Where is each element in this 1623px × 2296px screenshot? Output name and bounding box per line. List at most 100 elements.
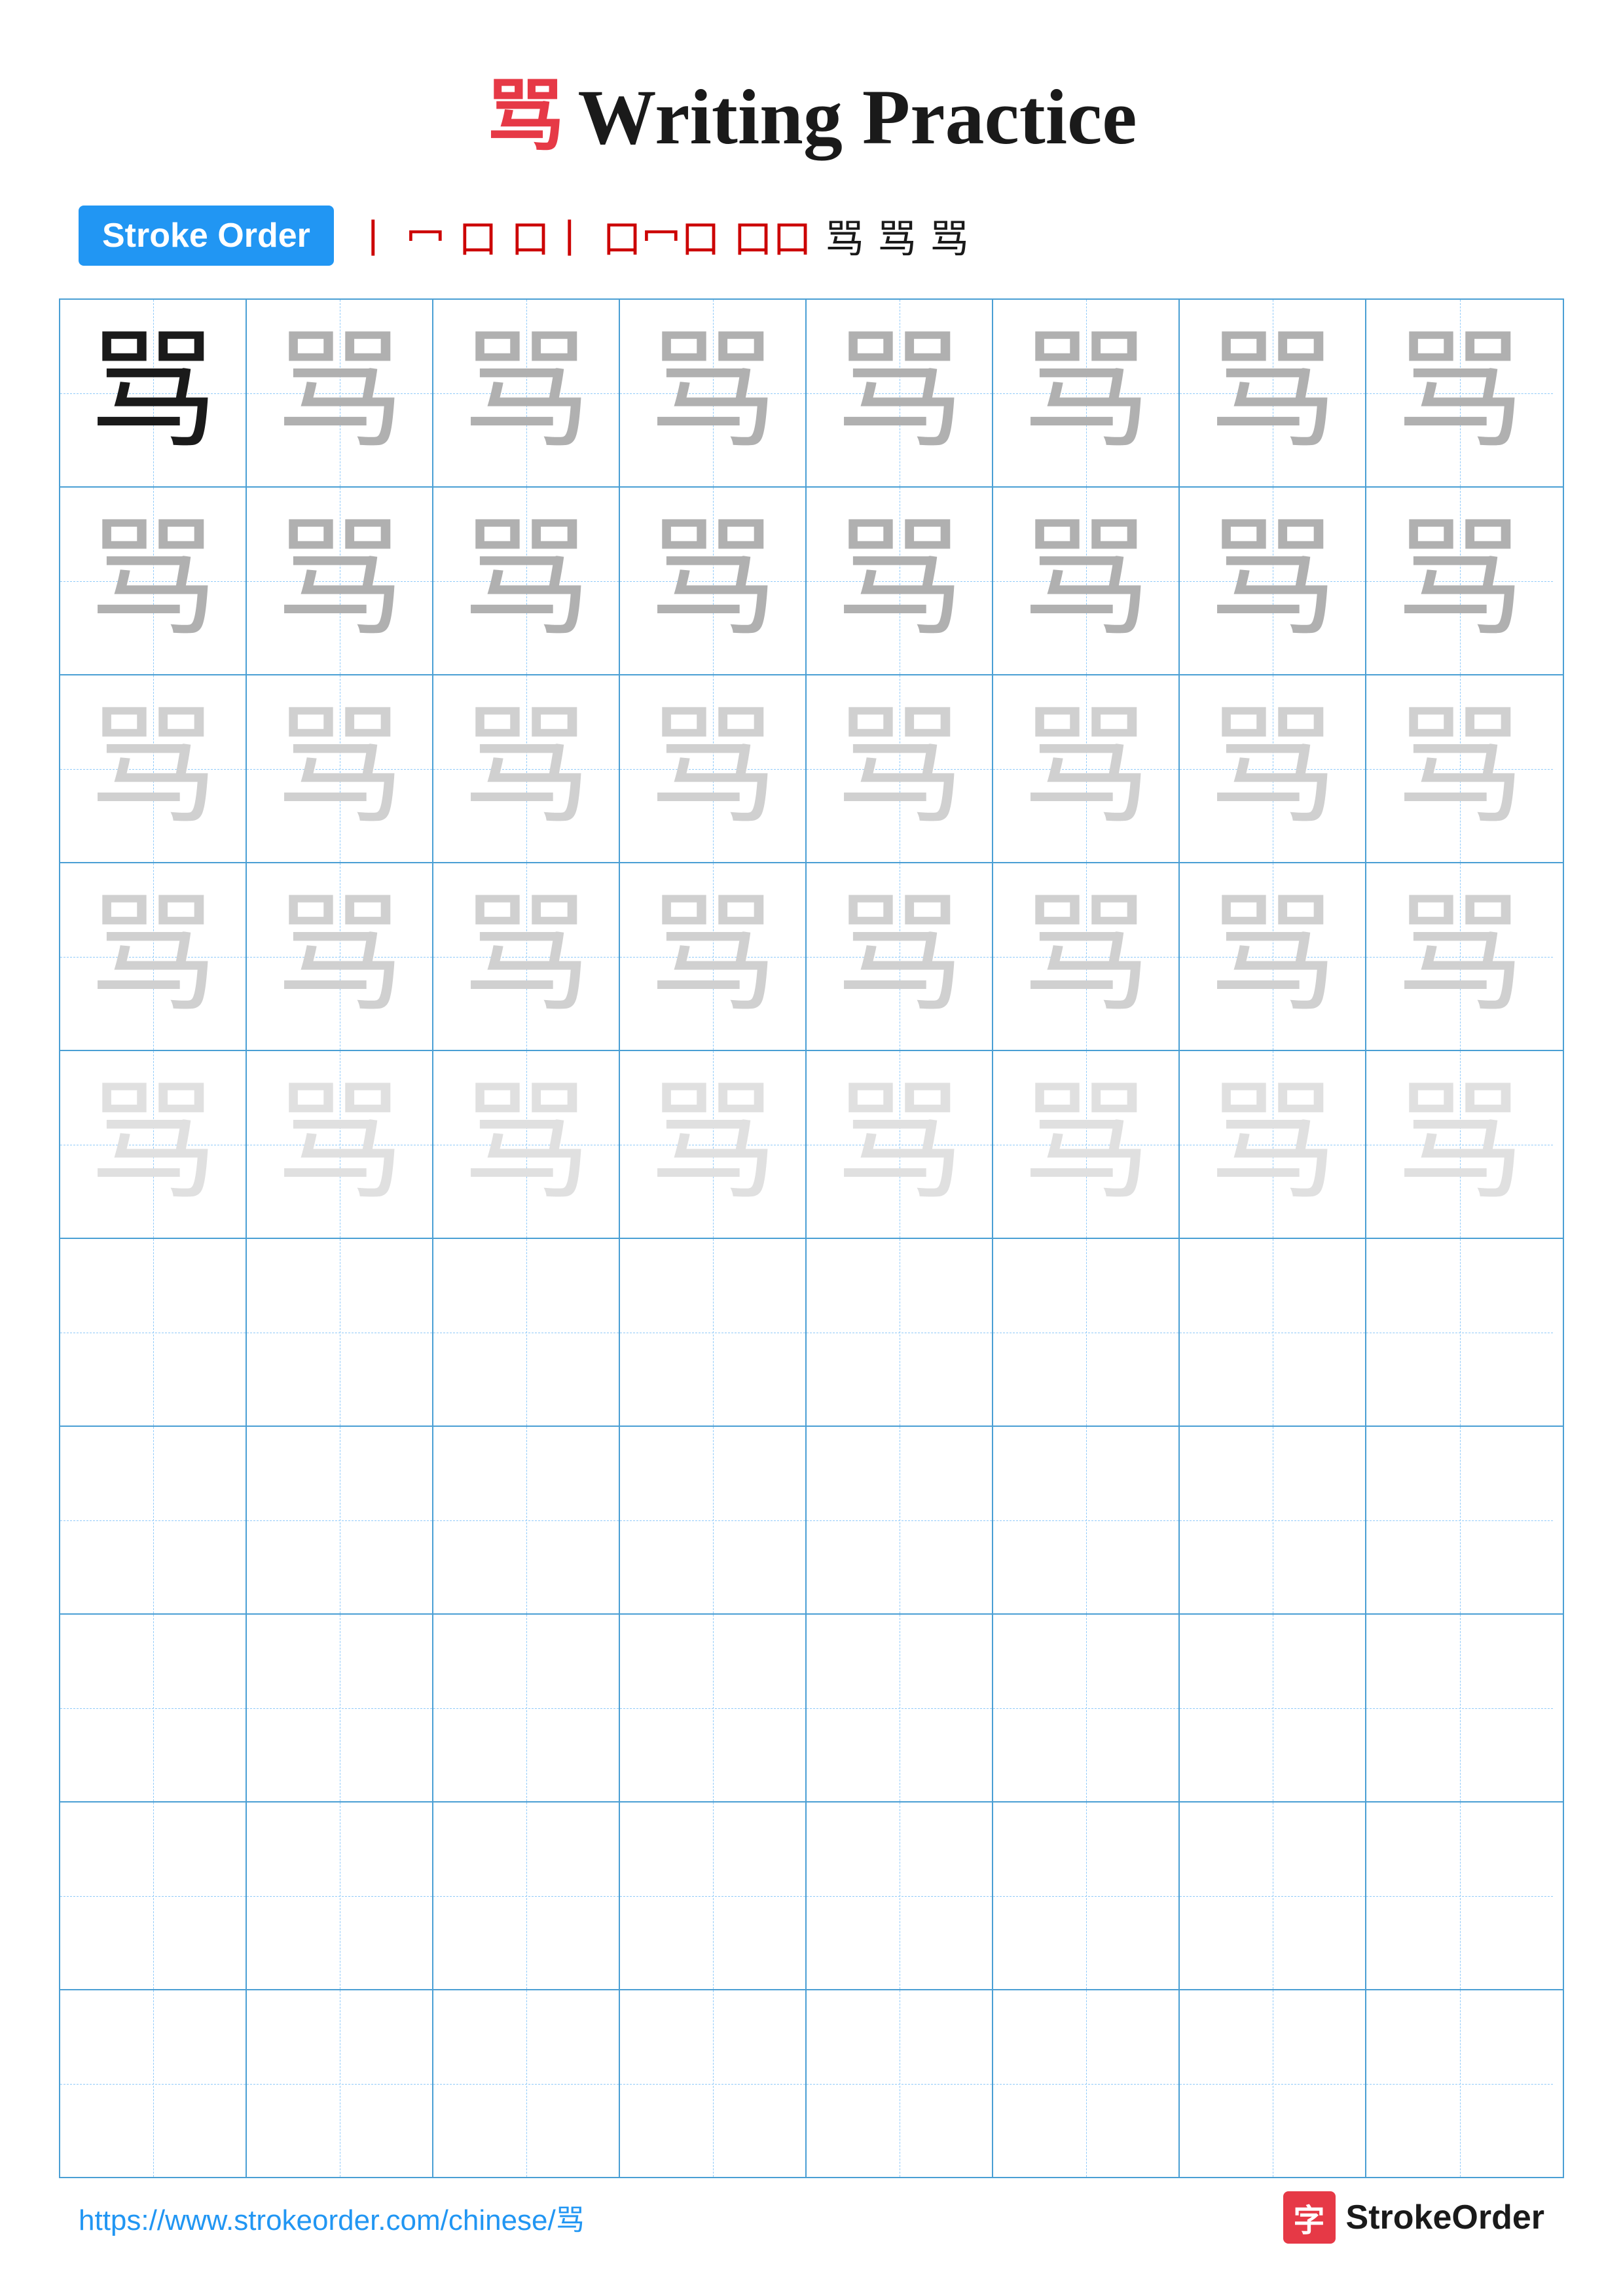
grid-cell: 骂 bbox=[1180, 488, 1366, 674]
grid-cell: 骂 bbox=[807, 675, 993, 862]
grid-cell: 骂 bbox=[60, 488, 247, 674]
footer-url[interactable]: https://www.strokeorder.com/chinese/骂 bbox=[79, 2197, 585, 2238]
grid-cell bbox=[993, 1990, 1180, 2177]
grid-row bbox=[60, 1239, 1563, 1427]
brand-name: StrokeOrder bbox=[1346, 2198, 1544, 2237]
grid-cell bbox=[60, 1803, 247, 1989]
grid-cell bbox=[1366, 1239, 1553, 1426]
grid-cell: 骂 bbox=[993, 1051, 1180, 1238]
grid-cell: 骂 bbox=[993, 675, 1180, 862]
grid-cell: 骂 bbox=[433, 300, 620, 486]
practice-grid: 骂 骂 骂 骂 骂 骂 骂 骂 骂 骂 骂 骂 骂 骂 骂 骂 骂 骂 骂 骂 … bbox=[59, 298, 1564, 2178]
grid-cell bbox=[1180, 1239, 1366, 1426]
grid-cell bbox=[993, 1427, 1180, 1613]
grid-cell: 骂 bbox=[620, 863, 807, 1050]
grid-cell: 骂 bbox=[247, 300, 433, 486]
grid-cell: 骂 bbox=[60, 675, 247, 862]
title-text: Writing Practice bbox=[577, 73, 1137, 160]
grid-cell bbox=[1366, 1990, 1553, 2177]
grid-cell bbox=[1180, 1615, 1366, 1801]
grid-cell bbox=[620, 1990, 807, 2177]
grid-row: 骂 骂 骂 骂 骂 骂 骂 骂 bbox=[60, 488, 1563, 675]
grid-cell bbox=[620, 1615, 807, 1801]
grid-cell bbox=[60, 1427, 247, 1613]
grid-cell bbox=[60, 1239, 247, 1426]
grid-cell: 骂 bbox=[1180, 300, 1366, 486]
grid-cell: 骂 bbox=[247, 488, 433, 674]
grid-cell bbox=[807, 1239, 993, 1426]
grid-cell bbox=[620, 1803, 807, 1989]
grid-cell bbox=[807, 1427, 993, 1613]
grid-cell bbox=[433, 1239, 620, 1426]
grid-cell: 骂 bbox=[620, 488, 807, 674]
stroke-order-badge: Stroke Order bbox=[79, 206, 334, 266]
stroke-7: 骂 bbox=[825, 207, 864, 264]
grid-cell: 骂 bbox=[807, 1051, 993, 1238]
grid-cell bbox=[247, 1615, 433, 1801]
grid-row: 骂 骂 骂 骂 骂 骂 骂 骂 bbox=[60, 300, 1563, 488]
stroke-2: 冖 bbox=[406, 207, 445, 264]
grid-cell: 骂 bbox=[60, 863, 247, 1050]
grid-cell bbox=[1366, 1803, 1553, 1989]
grid-cell: 骂 bbox=[993, 488, 1180, 674]
grid-cell bbox=[1180, 1990, 1366, 2177]
grid-cell bbox=[993, 1239, 1180, 1426]
grid-row: 骂 骂 骂 骂 骂 骂 骂 骂 bbox=[60, 675, 1563, 863]
grid-cell: 骂 bbox=[247, 863, 433, 1050]
grid-cell: 骂 bbox=[433, 488, 620, 674]
grid-cell bbox=[807, 1615, 993, 1801]
stroke-order-section: Stroke Order 丨 冖 口 口丨 口冖口 口口 骂 骂 骂 bbox=[0, 206, 1623, 266]
brand-icon: 字 bbox=[1283, 2191, 1336, 2244]
grid-cell bbox=[807, 1803, 993, 1989]
grid-cell bbox=[433, 1990, 620, 2177]
stroke-3: 口 bbox=[458, 207, 498, 264]
grid-cell: 骂 bbox=[60, 1051, 247, 1238]
grid-cell bbox=[1180, 1427, 1366, 1613]
grid-cell bbox=[1366, 1427, 1553, 1613]
grid-cell: 骂 bbox=[620, 300, 807, 486]
grid-cell bbox=[620, 1239, 807, 1426]
stroke-1: 丨 bbox=[354, 207, 393, 264]
stroke-9: 骂 bbox=[930, 207, 969, 264]
stroke-sequence: 丨 冖 口 口丨 口冖口 口口 骂 骂 骂 bbox=[354, 207, 969, 264]
grid-cell: 骂 bbox=[60, 300, 247, 486]
grid-cell bbox=[620, 1427, 807, 1613]
page-title: 骂Writing Practice bbox=[0, 0, 1623, 206]
grid-row bbox=[60, 1427, 1563, 1615]
grid-row: 骂 骂 骂 骂 骂 骂 骂 骂 bbox=[60, 863, 1563, 1051]
grid-cell: 骂 bbox=[1366, 675, 1553, 862]
footer-brand: 字 StrokeOrder bbox=[1283, 2191, 1544, 2244]
stroke-5: 口冖口 bbox=[602, 207, 720, 264]
grid-cell: 骂 bbox=[1366, 300, 1553, 486]
footer: https://www.strokeorder.com/chinese/骂 字 … bbox=[0, 2191, 1623, 2244]
grid-cell: 骂 bbox=[1366, 863, 1553, 1050]
grid-row bbox=[60, 1990, 1563, 2177]
grid-row: 骂 骂 骂 骂 骂 骂 骂 骂 bbox=[60, 1051, 1563, 1239]
grid-cell bbox=[60, 1615, 247, 1801]
grid-cell bbox=[433, 1803, 620, 1989]
grid-cell: 骂 bbox=[433, 863, 620, 1050]
grid-cell bbox=[433, 1615, 620, 1801]
grid-cell bbox=[807, 1990, 993, 2177]
title-char: 骂 bbox=[486, 73, 564, 160]
grid-cell: 骂 bbox=[1366, 488, 1553, 674]
grid-cell: 骂 bbox=[433, 675, 620, 862]
grid-cell: 骂 bbox=[1180, 863, 1366, 1050]
grid-cell: 骂 bbox=[1180, 675, 1366, 862]
grid-cell bbox=[993, 1803, 1180, 1989]
grid-cell bbox=[247, 1239, 433, 1426]
grid-cell: 骂 bbox=[993, 300, 1180, 486]
grid-cell bbox=[60, 1990, 247, 2177]
grid-cell bbox=[433, 1427, 620, 1613]
grid-cell bbox=[1180, 1803, 1366, 1989]
grid-cell: 骂 bbox=[807, 300, 993, 486]
grid-cell: 骂 bbox=[433, 1051, 620, 1238]
grid-cell bbox=[247, 1427, 433, 1613]
stroke-6: 口口 bbox=[733, 207, 812, 264]
grid-row bbox=[60, 1615, 1563, 1803]
grid-cell: 骂 bbox=[620, 675, 807, 862]
grid-cell: 骂 bbox=[247, 675, 433, 862]
grid-cell: 骂 bbox=[1366, 1051, 1553, 1238]
grid-cell: 骂 bbox=[247, 1051, 433, 1238]
grid-cell: 骂 bbox=[993, 863, 1180, 1050]
